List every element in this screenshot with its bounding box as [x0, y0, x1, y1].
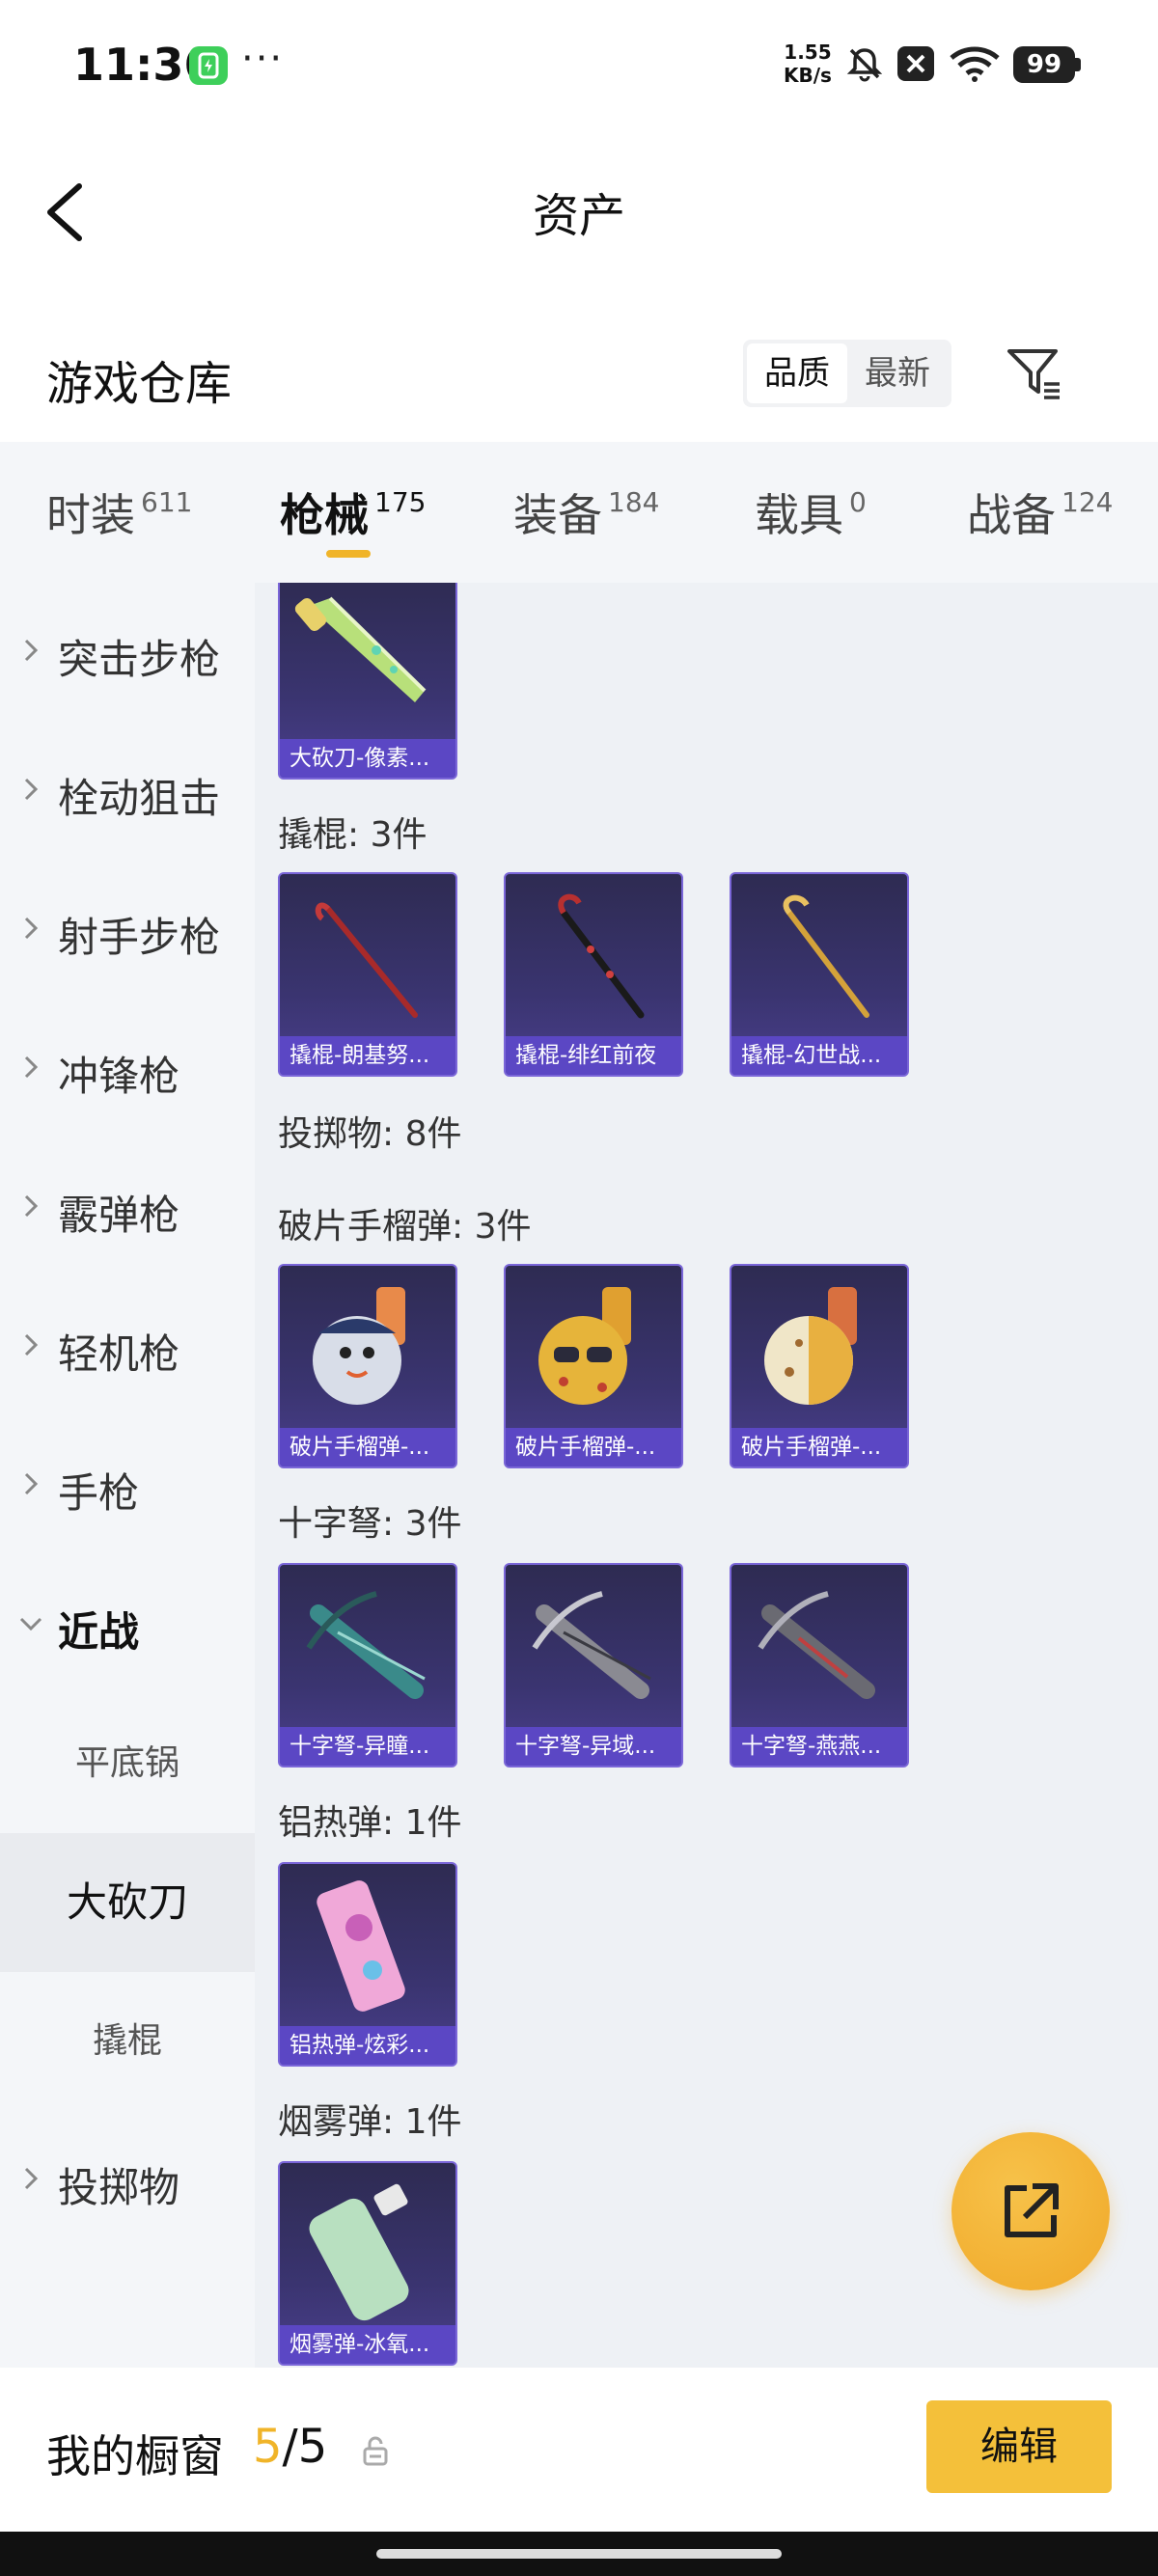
- item-card[interactable]: 破片手榴弹-...: [278, 1264, 457, 1468]
- chevron-right-icon: [24, 2167, 39, 2190]
- crossbow-skin-image: [758, 1591, 875, 1699]
- item-name: 破片手榴弹-...: [731, 1428, 907, 1466]
- item-card[interactable]: 撬棍-幻世战...: [730, 872, 909, 1077]
- chevron-right-icon: [24, 917, 39, 940]
- sidebar-item-throwables[interactable]: 投掷物: [0, 2111, 255, 2250]
- sidebar-item-assault-rifle[interactable]: 突击步枪: [0, 583, 255, 722]
- section-title: 游戏仓库: [46, 357, 233, 411]
- crowbar-skin-image: [783, 894, 869, 1018]
- item-card[interactable]: 烟雾弹-冰氧...: [278, 2161, 457, 2366]
- edit-button[interactable]: 编辑: [926, 2400, 1112, 2493]
- chevron-down-icon: [19, 1617, 42, 1631]
- status-bar: 11:36 ··· 1.55 KB/s 99: [0, 0, 1158, 135]
- sort-newest-button[interactable]: 最新: [847, 343, 948, 403]
- item-name: 十字弩-异瞳...: [280, 1727, 455, 1766]
- item-card[interactable]: 撬棍-朗基努...: [278, 872, 457, 1077]
- showcase-label: 我的橱窗: [46, 2430, 224, 2482]
- grenade-skin-image: [313, 1287, 405, 1405]
- category-tabs: 时装 611 枪械 175 装备 184 载具 0 战备 124: [0, 442, 1158, 583]
- group-label: 投掷物: 8件: [278, 1114, 462, 1154]
- filter-icon: [1007, 349, 1060, 399]
- crowbar-skin-image: [558, 893, 645, 1019]
- tab-vehicles[interactable]: 载具 0: [755, 480, 867, 544]
- chevron-right-icon: [24, 639, 39, 662]
- wifi-icon: [948, 44, 1002, 87]
- item-name: 大砍刀-像素...: [280, 739, 455, 778]
- weapon-category-sidebar: 突击步枪 栓动狙击 射手步枪 冲锋枪 霰弹枪 轻机枪 手枪 近战 平底锅 大砍刀…: [0, 583, 255, 2368]
- crowbar-skin-image: [315, 902, 418, 1018]
- mute-bell-icon: [845, 44, 884, 87]
- item-name: 破片手榴弹-...: [280, 1428, 455, 1466]
- sidebar-item-marksman-rifle[interactable]: 射手步枪: [0, 861, 255, 1000]
- item-card[interactable]: 撬棍-绯红前夜: [504, 872, 683, 1077]
- showcase-bar: 我的橱窗 5/5 编辑: [0, 2368, 1158, 2532]
- sort-quality-button[interactable]: 品质: [747, 343, 847, 403]
- battery-tip: [1075, 58, 1081, 71]
- item-card[interactable]: 十字弩-燕燕...: [730, 1563, 909, 1768]
- item-name: 撬棍-朗基努...: [280, 1036, 455, 1075]
- sidebar-item-lmg[interactable]: 轻机枪: [0, 1277, 255, 1416]
- sidebar-item-smg[interactable]: 冲锋枪: [0, 1000, 255, 1138]
- item-name: 十字弩-燕燕...: [731, 1727, 907, 1766]
- battery-indicator: 99: [1013, 46, 1075, 83]
- crossbow-skin-image: [306, 1591, 426, 1699]
- chevron-right-icon: [24, 1194, 39, 1218]
- app-header: 资产: [0, 135, 1158, 280]
- item-name: 十字弩-异域...: [506, 1727, 681, 1766]
- smoke-grenade-skin-image: [309, 2183, 409, 2321]
- group-label: 烟雾弹: 1件: [278, 2102, 462, 2142]
- item-card[interactable]: 铝热弹-炫彩...: [278, 1862, 457, 2067]
- sort-toggle: 品质 最新: [743, 340, 951, 407]
- thermite-skin-image: [317, 1880, 405, 2012]
- item-card[interactable]: 破片手榴弹-...: [504, 1264, 683, 1468]
- lock-icon: [363, 2436, 388, 2466]
- tab-firearms[interactable]: 枪械 175: [280, 480, 426, 544]
- sidebar-item-melee[interactable]: 近战: [0, 1555, 255, 1694]
- chevron-right-icon: [24, 1333, 39, 1357]
- chevron-right-icon: [24, 1055, 39, 1079]
- group-label: 撬棍: 3件: [278, 815, 427, 855]
- item-name: 撬棍-绯红前夜: [506, 1036, 681, 1075]
- active-tab-indicator: [326, 550, 371, 558]
- battery-saver-app-icon: [189, 46, 228, 85]
- navigation-bar: [0, 2532, 1158, 2576]
- tab-supplies[interactable]: 战备 124: [967, 480, 1113, 544]
- sidebar-item-shotgun[interactable]: 霰弹枪: [0, 1138, 255, 1277]
- item-name: 铝热弹-炫彩...: [280, 2026, 455, 2065]
- item-card[interactable]: 十字弩-异瞳...: [278, 1563, 457, 1768]
- filter-button[interactable]: [1004, 343, 1065, 405]
- item-card[interactable]: 破片手榴弹-...: [730, 1264, 909, 1468]
- more-notifications-icon: ···: [241, 37, 285, 81]
- item-grid-area: 大砍刀-像素... 撬棍: 3件 撬棍-朗基努... 撬棍-绯红前夜 撬棍-幻世…: [255, 583, 1158, 2368]
- home-indicator[interactable]: [376, 2549, 782, 2559]
- share-fab-button[interactable]: [951, 2132, 1110, 2290]
- machete-skin-image: [294, 596, 427, 702]
- no-sim-icon: [896, 44, 936, 87]
- sidebar-subitem-crowbar[interactable]: 撬棍: [0, 1972, 255, 2111]
- item-card[interactable]: 十字弩-异域...: [504, 1563, 683, 1768]
- item-name: 破片手榴弹-...: [506, 1428, 681, 1466]
- group-label: 铝热弹: 1件: [278, 1803, 462, 1843]
- network-speed: 1.55 KB/s: [784, 41, 832, 87]
- group-label: 十字弩: 3件: [278, 1504, 462, 1544]
- tab-equipment[interactable]: 装备 184: [513, 480, 659, 544]
- sidebar-item-pistol[interactable]: 手枪: [0, 1416, 255, 1555]
- chevron-right-icon: [24, 1472, 39, 1495]
- grenade-skin-image: [538, 1287, 631, 1405]
- showcase-count: 5/5: [253, 2420, 328, 2474]
- item-name: 烟雾弹-冰氧...: [280, 2325, 455, 2364]
- crossbow-skin-image: [532, 1591, 651, 1699]
- item-card[interactable]: 大砍刀-像素...: [278, 583, 457, 780]
- tab-fashion[interactable]: 时装 611: [46, 480, 192, 544]
- sidebar-subitem-frying-pan[interactable]: 平底锅: [0, 1694, 255, 1833]
- sidebar-subitem-machete[interactable]: 大砍刀: [0, 1833, 255, 1972]
- grenade-skin-image: [764, 1287, 857, 1405]
- group-label: 破片手榴弹: 3件: [278, 1207, 532, 1247]
- warehouse-section-header: 游戏仓库 品质 最新: [0, 318, 1158, 434]
- item-name: 撬棍-幻世战...: [731, 1036, 907, 1075]
- page-title: 资产: [532, 189, 625, 243]
- share-external-icon: [1005, 2183, 1059, 2237]
- chevron-right-icon: [24, 778, 39, 801]
- sidebar-item-bolt-sniper[interactable]: 栓动狙击: [0, 722, 255, 861]
